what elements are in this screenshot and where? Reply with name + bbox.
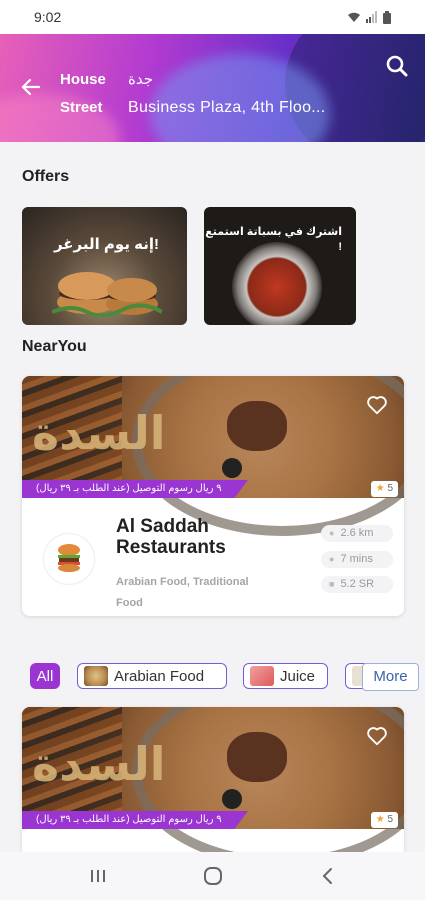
chip-label: Arabian Food [114, 667, 205, 685]
restaurant-name-line1: Al Saddah [116, 516, 209, 537]
distance-value: 2.6 km [340, 527, 374, 539]
wifi-icon [348, 12, 360, 22]
battery-icon [383, 10, 391, 24]
time-value: 7 mins [340, 553, 373, 565]
restaurant-card[interactable]: السدة ٩ ريال رسوم التوصيل (عند الطلب بـ … [22, 376, 404, 616]
restaurant-name: Al Saddah Restaurants [116, 516, 226, 558]
back-button[interactable] [20, 76, 44, 100]
status-icons [347, 10, 391, 24]
offer-text: إنه يوم البرغر! [53, 236, 159, 253]
restaurant-logo [44, 534, 94, 584]
house-label: House [60, 71, 106, 88]
near-you-title: NearYou [22, 338, 87, 355]
chip-arabian-food[interactable]: Arabian Food [77, 663, 227, 689]
chip-label: Juice [280, 667, 316, 685]
street-value: Business Plaza, 4th Floo... [128, 99, 326, 116]
star-icon: ★ [375, 814, 385, 825]
delivery-fee-badge: ٩ ريال رسوم التوصيل (عند الطلب بـ ٣٩ ريا… [22, 480, 248, 498]
chip-juice[interactable]: Juice [243, 663, 328, 689]
restaurant-cuisine: Arabian Food, Traditional Food [116, 576, 249, 609]
more-button[interactable]: More [362, 663, 419, 691]
restaurant-cover-image: السدة [22, 707, 404, 857]
offers-title: Offers [22, 168, 70, 185]
home-button[interactable] [193, 861, 233, 891]
chip-label: All [36, 667, 54, 685]
location-pin-icon: ● [329, 528, 335, 538]
search-button[interactable] [385, 54, 409, 78]
restaurant-card[interactable]: السدة ٩ ريال رسوم التوصيل (عند الطلب بـ … [22, 707, 404, 857]
rating-badge: ★ 5 [370, 812, 398, 828]
fee-badge: ■ 5.2 SR [321, 576, 393, 593]
status-bar: 9:02 [0, 0, 425, 34]
restaurant-name-line2: Restaurants [116, 537, 226, 558]
back-nav-button[interactable] [308, 861, 348, 891]
offer-text: اشترك في بسباتة استمتع ! [205, 226, 342, 253]
chevron-left-icon [322, 868, 332, 884]
recent-apps-button[interactable] [78, 861, 118, 891]
recent-apps-icon [90, 870, 105, 882]
offer-banner[interactable]: إنه يوم البرغر! [22, 207, 187, 325]
home-circle-icon [203, 867, 222, 885]
time-badge: ● 7 mins [321, 551, 393, 568]
heart-icon[interactable] [366, 394, 388, 416]
restaurant-logo-text: السدة [32, 407, 166, 459]
search-icon [386, 55, 408, 77]
arrow-left-icon [21, 78, 41, 96]
address-labels: House Street [60, 66, 106, 122]
address-header: House Street جدة Business Plaza, 4th Flo… [0, 34, 425, 142]
offer-banner[interactable]: اشترك في بسباتة استمتع ! [204, 207, 356, 325]
burger-image [52, 272, 162, 317]
star-icon: ★ [375, 483, 385, 494]
rating-value: 5 [387, 483, 393, 494]
chip-all[interactable]: All [30, 663, 60, 689]
status-time: 9:02 [34, 9, 62, 25]
rating-value: 5 [387, 814, 393, 825]
address-values[interactable]: جدة Business Plaza, 4th Floo... [128, 66, 326, 122]
house-value: جدة [128, 71, 154, 88]
distance-badge: ● 2.6 km [321, 525, 393, 542]
restaurant-logo-text: السدة [32, 738, 166, 790]
delivery-truck-icon: ■ [329, 579, 335, 589]
delivery-fee-badge: ٩ ريال رسوم التوصيل (عند الطلب بـ ٣٩ ريا… [22, 811, 248, 829]
heart-icon[interactable] [366, 725, 388, 747]
clock-icon: ● [329, 554, 335, 564]
category-thumbnail [84, 666, 108, 686]
fee-value: 5.2 SR [340, 578, 375, 590]
category-thumbnail [250, 666, 274, 686]
system-nav-bar [0, 852, 425, 900]
signal-icon [366, 11, 377, 23]
restaurant-cover-image: السدة [22, 376, 404, 536]
street-label: Street [60, 99, 103, 116]
rating-badge: ★ 5 [370, 481, 398, 497]
